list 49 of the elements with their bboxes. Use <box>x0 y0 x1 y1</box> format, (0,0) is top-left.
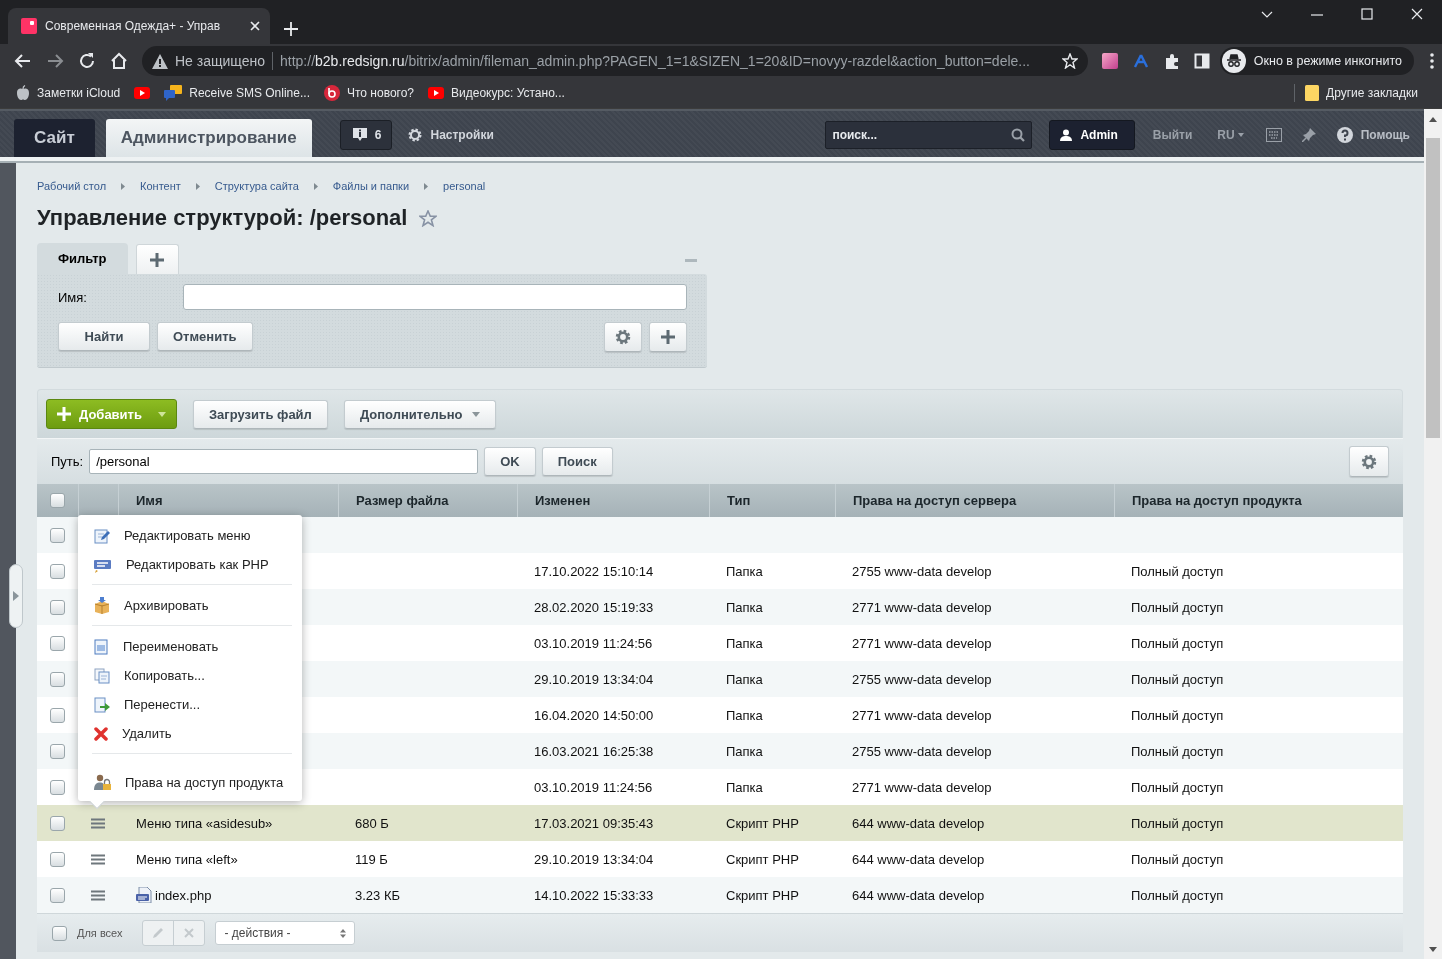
table-cell: Папка <box>726 707 763 723</box>
path-label: Путь: <box>51 454 84 469</box>
table-cell: Папка <box>726 563 763 579</box>
table-cell: Полный доступ <box>1131 887 1224 903</box>
table-cell: Папка <box>726 635 763 651</box>
table-cell: 2755 www-data develop <box>852 671 992 687</box>
table-cell: Полный доступ <box>1131 707 1224 723</box>
table-cell: 2771 www-data develop <box>852 779 992 795</box>
table-cell: Скрипт PHP <box>726 887 799 903</box>
table-cell: 29.10.2019 13:34:04 <box>534 671 654 687</box>
field-label: Имя: <box>58 289 88 305</box>
url-text: http://b2b.redsign.ru/bitrix/admin/fileman_admin.php?PAGEN_1=1&SIZEN_1=20&ID=novyy-razdel&action_button=dele... <box>280 53 1031 69</box>
table-cell: Полный доступ <box>1131 743 1224 759</box>
page-title: Управление структурой: /personal <box>37 205 408 231</box>
table-cell: 29.10.2019 13:34:04 <box>534 851 654 867</box>
table-cell: 17.10.2022 15:10:14 <box>534 563 654 579</box>
table-cell: Полный доступ <box>1131 599 1224 615</box>
table-cell: 16.04.2020 14:50:00 <box>534 707 654 723</box>
table-cell: Полный доступ <box>1131 851 1224 867</box>
table-cell: 680 Б <box>355 815 389 831</box>
table-cell: Скрипт PHP <box>726 851 799 867</box>
table-cell: 14.10.2022 15:33:33 <box>534 887 654 903</box>
table-cell: 3.23 КБ <box>355 887 401 903</box>
table-cell: Папка <box>726 599 763 615</box>
table-cell: Полный доступ <box>1131 563 1224 579</box>
table-cell: 644 www-data develop <box>852 851 985 867</box>
table-cell: 03.10.2019 11:24:56 <box>534 635 653 651</box>
table-cell: 2771 www-data develop <box>852 635 992 651</box>
table-cell: Папка <box>726 671 763 687</box>
table-cell: Полный доступ <box>1131 815 1224 831</box>
table-cell: 2755 www-data develop <box>852 743 992 759</box>
table-cell: 2771 www-data develop <box>852 707 992 723</box>
table-cell: 28.02.2020 15:19:33 <box>534 599 654 615</box>
table-cell: Папка <box>726 779 763 795</box>
tab-title: Современная Одежда+ - Управ <box>45 19 222 33</box>
table-cell: 644 www-data develop <box>852 815 985 831</box>
table-cell: 16.03.2021 16:25:38 <box>534 743 654 759</box>
table-cell: Папка <box>726 743 763 759</box>
table-cell: 2771 www-data develop <box>852 599 992 615</box>
table-cell: 03.10.2019 11:24:56 <box>534 779 653 795</box>
table-cell: 2755 www-data develop <box>852 563 992 579</box>
table-cell: 644 www-data develop <box>852 887 985 903</box>
table-cell: 17.03.2021 09:35:43 <box>534 815 654 831</box>
table-cell: Полный доступ <box>1131 671 1224 687</box>
table-cell: Полный доступ <box>1131 635 1224 651</box>
table-cell: Полный доступ <box>1131 779 1224 795</box>
table-cell: Скрипт PHP <box>726 815 799 831</box>
checkbox-label: Для всех <box>77 927 123 939</box>
table-cell: 119 Б <box>355 851 388 867</box>
